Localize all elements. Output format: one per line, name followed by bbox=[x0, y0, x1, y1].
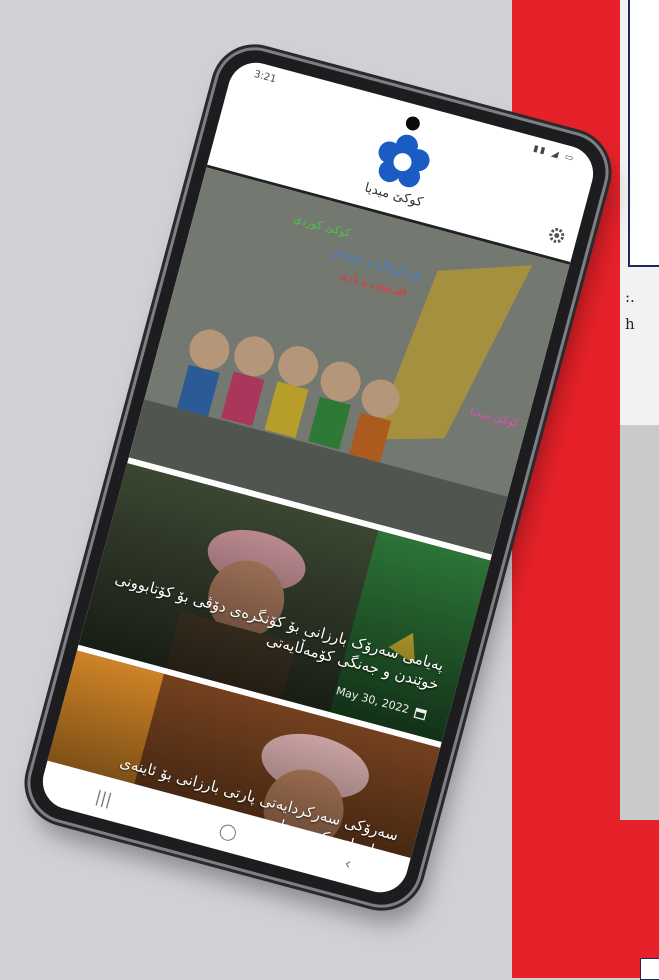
document-gray-block bbox=[620, 425, 659, 820]
document-text: h bbox=[625, 315, 635, 333]
back-button[interactable]: ‹ bbox=[343, 853, 354, 873]
recent-apps-button[interactable]: ||| bbox=[94, 786, 115, 809]
document-text: :. bbox=[625, 288, 635, 306]
red-strip bbox=[570, 828, 659, 858]
home-button[interactable]: ◯ bbox=[217, 819, 239, 842]
document-box bbox=[640, 958, 659, 980]
status-time: 3:21 bbox=[252, 68, 278, 85]
status-icons: ▮▮ ◢ ▭ bbox=[532, 143, 577, 165]
document-frame bbox=[628, 0, 659, 267]
